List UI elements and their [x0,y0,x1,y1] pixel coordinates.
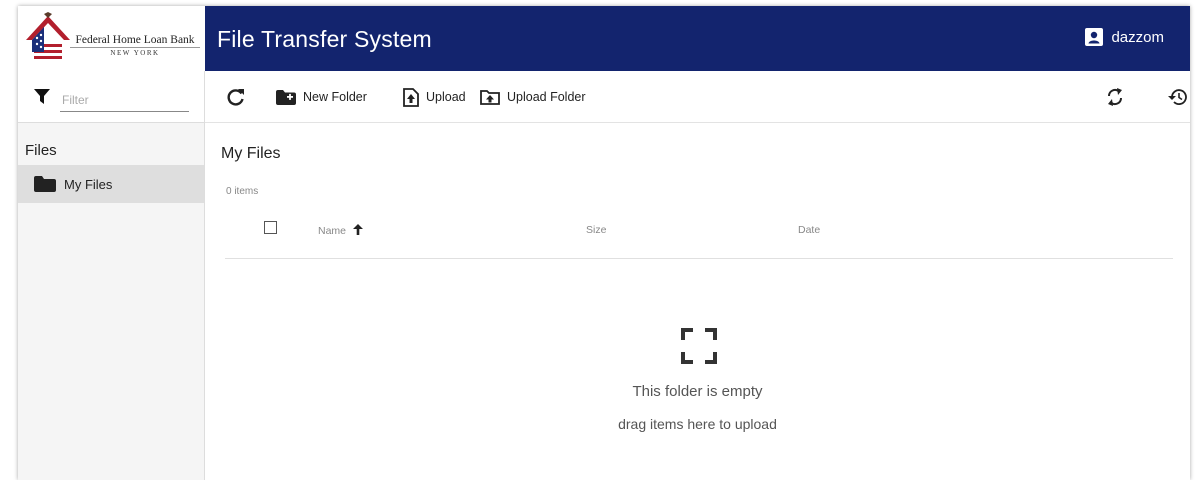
filter-input[interactable] [60,89,189,112]
app-title: File Transfer System [217,26,432,52]
select-all-checkbox[interactable] [264,221,277,234]
column-header-date[interactable]: Date [798,224,820,236]
sidebar-item-label: My Files [64,176,113,192]
upload-folder-label: Upload Folder [507,90,586,104]
upload-folder-button[interactable]: Upload Folder [480,71,586,123]
logo-line-2: NEW YORK [70,47,200,57]
sync-icon [1107,88,1123,106]
logo-line-1: Federal Home Loan Bank [75,34,195,46]
upload-label: Upload [426,90,466,104]
column-name-label: Name [318,225,347,237]
filter-icon [34,89,50,104]
toolbar: New Folder Upload Upload Folder [205,71,1190,123]
upload-button[interactable]: Upload [403,71,466,123]
filter-bar [18,71,205,123]
sidebar-title: Files [25,142,57,159]
page-title: My Files [221,145,281,162]
folder-icon [34,176,56,192]
logo: Federal Home Loan Bank NEW YORK [18,6,205,71]
item-count: 0 items [226,186,259,197]
app-header: File Transfer System dazzom [205,6,1190,71]
empty-folder-icon [681,328,717,364]
logo-text: Federal Home Loan Bank NEW YORK [70,34,200,57]
upload-file-icon [403,87,419,107]
new-folder-label: New Folder [303,90,367,104]
fhlb-logo-icon [26,12,70,62]
column-header-name[interactable]: Name [318,224,363,237]
arrow-up-icon [352,224,363,235]
empty-state-hint: drag items here to upload [618,416,777,432]
upload-folder-icon [480,90,500,105]
refresh-icon [227,89,244,106]
new-folder-icon [276,89,296,105]
sidebar-item-my-files[interactable]: My Files [18,165,204,203]
user-menu[interactable]: dazzom [1085,28,1164,46]
history-button[interactable] [1167,71,1190,123]
sync-button[interactable] [1106,71,1131,123]
header-divider [225,258,1173,259]
sidebar: Files My Files [18,123,205,480]
new-folder-button[interactable]: New Folder [276,71,367,123]
main-panel: My Files 0 items Name Size Date This fol… [205,123,1190,480]
username: dazzom [1111,28,1164,46]
refresh-button[interactable] [227,71,252,123]
column-header-size[interactable]: Size [586,224,606,236]
app-window: Federal Home Loan Bank NEW YORK File Tra… [18,6,1190,480]
empty-state-title: This folder is empty [632,383,763,400]
history-icon [1168,89,1187,105]
user-icon [1085,28,1104,46]
